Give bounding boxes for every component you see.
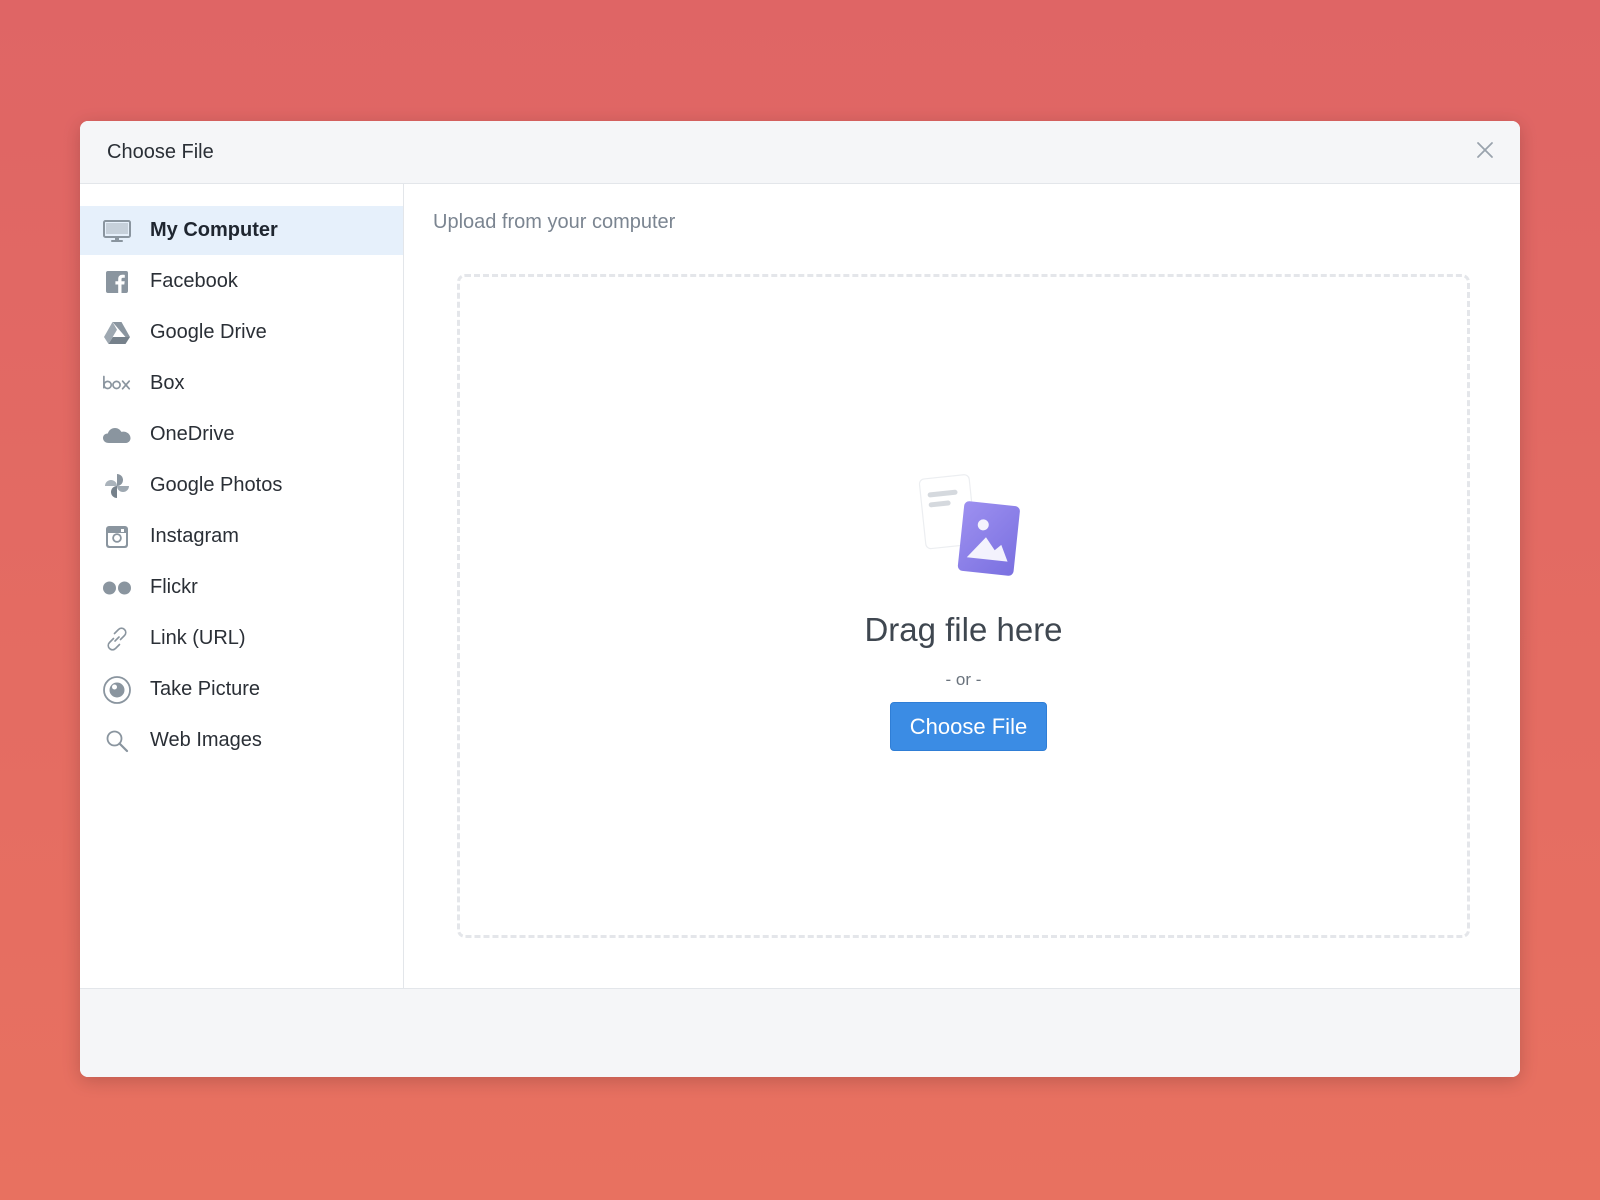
sidebar-item-google-drive[interactable]: Google Drive: [80, 308, 403, 357]
camera-icon: [102, 675, 132, 705]
sidebar-item-facebook[interactable]: Facebook: [80, 257, 403, 306]
sidebar-item-label: Google Drive: [150, 321, 267, 343]
sidebar-item-google-photos[interactable]: Google Photos: [80, 461, 403, 510]
onedrive-icon: [102, 420, 132, 450]
sidebar-item-my-computer[interactable]: My Computer: [80, 206, 403, 255]
upload-panel: Upload from your computer Drag file here…: [404, 184, 1520, 988]
sidebar-item-instagram[interactable]: Instagram: [80, 512, 403, 561]
sidebar-item-onedrive[interactable]: OneDrive: [80, 410, 403, 459]
sidebar-item-label: Facebook: [150, 270, 238, 292]
sidebar-item-label: Take Picture: [150, 678, 261, 700]
google-photos-icon: [102, 471, 132, 501]
facebook-icon: [102, 267, 132, 297]
panel-title: Upload from your computer: [433, 211, 676, 233]
sidebar-item-take-picture[interactable]: Take Picture: [80, 665, 403, 714]
choose-file-button[interactable]: Choose File: [890, 702, 1047, 751]
dialog-header: Choose File: [80, 121, 1520, 184]
link-icon: [102, 624, 132, 654]
sidebar-item-flickr[interactable]: Flickr: [80, 563, 403, 612]
sidebar-item-link-url[interactable]: Link (URL): [80, 614, 403, 663]
dialog-title: Choose File: [107, 141, 214, 163]
sidebar-item-label: Flickr: [150, 576, 198, 598]
source-list: My Computer Facebook Google Drive Box On…: [80, 206, 403, 767]
instagram-icon: [102, 522, 132, 552]
search-icon: [102, 726, 132, 756]
sidebar-item-box[interactable]: Box: [80, 359, 403, 408]
sidebar-item-label: OneDrive: [150, 423, 235, 445]
sidebar-item-label: Google Photos: [150, 474, 283, 496]
sidebar-item-label: My Computer: [150, 219, 278, 241]
source-sidebar: My Computer Facebook Google Drive Box On…: [80, 184, 404, 988]
close-button[interactable]: [1474, 139, 1496, 161]
dialog-footer: [80, 988, 1520, 1077]
monitor-icon: [102, 216, 132, 246]
or-separator: - or -: [945, 670, 982, 689]
box-icon: [102, 369, 132, 399]
file-image-illustration-icon: [914, 467, 1034, 587]
close-icon: [1477, 142, 1493, 158]
sidebar-item-label: Web Images: [150, 729, 262, 751]
sidebar-item-web-images[interactable]: Web Images: [80, 716, 403, 765]
sidebar-item-label: Link (URL): [150, 627, 246, 649]
flickr-icon: [102, 573, 132, 603]
google-drive-icon: [102, 318, 132, 348]
choose-file-dialog: Choose File My Computer Facebook Google …: [80, 121, 1520, 1077]
sidebar-item-label: Instagram: [150, 525, 239, 547]
drop-zone[interactable]: Drag file here - or - Choose File: [457, 274, 1470, 938]
sidebar-item-label: Box: [150, 372, 185, 394]
drag-file-heading: Drag file here: [864, 611, 1063, 648]
